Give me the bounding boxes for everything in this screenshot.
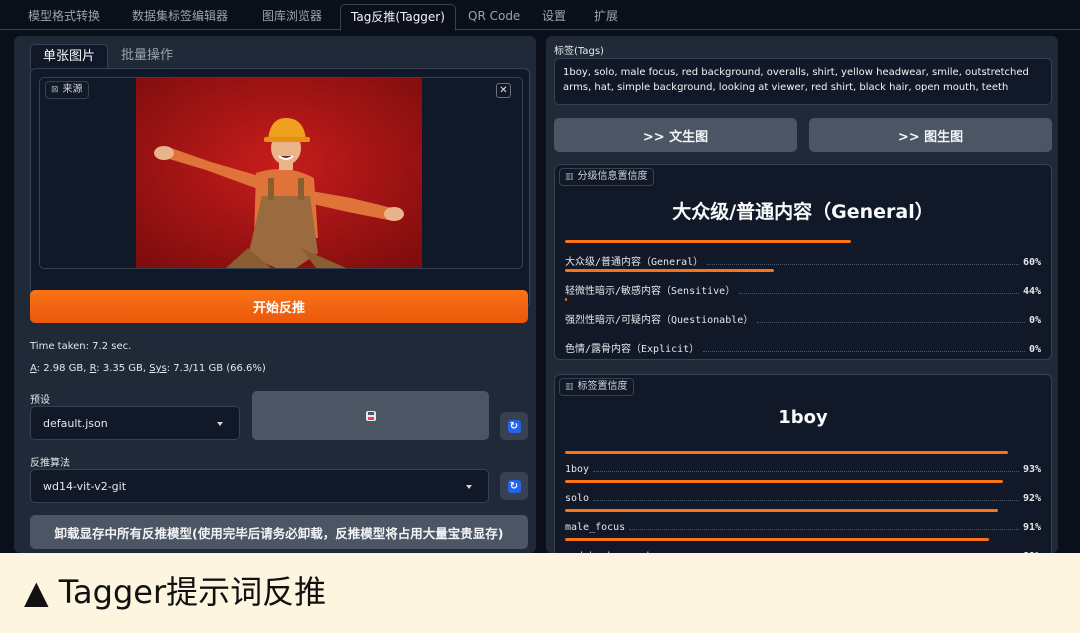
close-icon[interactable]: ✕ [496, 83, 511, 98]
save-preset-button[interactable] [252, 391, 489, 440]
tag-confidence-row: male_focus 91% [565, 509, 1041, 539]
rating-row: 强烈性暗示/可疑内容（Questionable） 0% [565, 298, 1041, 328]
interrogate-button[interactable]: 开始反推 [30, 290, 528, 323]
rating-bar [565, 240, 851, 243]
source-label: ⊠ 来源 [45, 81, 89, 99]
tag-confidence-bar [565, 480, 1003, 483]
tag-confidence-percent: 91% [1022, 522, 1041, 533]
tab-extensions[interactable]: 扩展 [584, 4, 628, 30]
unload-models-button[interactable]: 卸载显存中所有反推模型(使用完毕后请务必卸载，反推模型将占用大量宝贵显存) [30, 515, 528, 549]
tag-confidence-bar [565, 509, 999, 512]
tags-output[interactable]: 1boy, solo, male focus, red background, … [554, 58, 1052, 105]
tag-confidence-name: male_focus [565, 522, 626, 533]
uploaded-image [136, 78, 422, 268]
dotted-leader [703, 344, 1025, 352]
tag-confidence-row: solo 92% [565, 480, 1041, 510]
image-icon: ⊠ [51, 85, 59, 95]
webui-window: 模型格式转换 数据集标签编辑器 图库浏览器 Tag反推(Tagger) QR C… [0, 0, 1080, 553]
rating-bar [565, 269, 775, 272]
tag-conf-top-label: 1boy [778, 407, 828, 428]
tag-confidence-line: solo 92% [565, 493, 1041, 504]
tab-qr-code[interactable]: QR Code [458, 4, 530, 30]
tag-confidence-percent: 92% [1022, 493, 1041, 504]
dotted-leader [707, 257, 1019, 265]
rating-line: 色情/露骨内容（Explicit） 0% [565, 340, 1041, 355]
rating-name: 强烈性暗示/可疑内容（Questionable） [565, 315, 754, 326]
save-icon [365, 410, 376, 421]
tag-confidence-percent: 93% [1022, 464, 1041, 475]
caption-band: ▲ Tagger提示词反推 [0, 553, 1080, 633]
rating-name: 轻微性暗示/敏感内容（Sensitive） [565, 286, 736, 297]
bar-chart-icon: ▥ [565, 172, 574, 182]
rating-percent: 60% [1022, 257, 1041, 268]
tag-confidence-name: solo [565, 493, 590, 504]
rating-line: 轻微性暗示/敏感内容（Sensitive） 44% [565, 282, 1041, 297]
tab-tagger[interactable]: Tag反推(Tagger) [340, 4, 456, 31]
algo-value: wd14-vit-v2-git [43, 479, 127, 493]
tab-image-browser[interactable]: 图库浏览器 [252, 4, 332, 30]
tab-dataset-tag-editor[interactable]: 数据集标签编辑器 [122, 4, 238, 30]
dotted-leader [757, 315, 1025, 323]
worker-photo [136, 78, 422, 268]
send-to-txt2img-button[interactable]: >> 文生图 [554, 118, 797, 152]
rating-top-label: 大众级/普通内容（General） [672, 201, 934, 223]
preset-label: 预设 [30, 395, 50, 406]
bar-chart-icon: ▥ [565, 382, 574, 392]
caption-text: ▲ Tagger提示词反推 [24, 573, 327, 611]
tag-confidence-bar [565, 538, 989, 541]
dotted-leader [593, 493, 1019, 501]
preset-value: default.json [43, 416, 108, 430]
tag-confidence-line: 1boy 93% [565, 464, 1041, 475]
rating-bar [565, 298, 567, 301]
tab-model-convert[interactable]: 模型格式转换 [18, 4, 110, 30]
top-tabbar: 模型格式转换 数据集标签编辑器 图库浏览器 Tag反推(Tagger) QR C… [0, 0, 1080, 31]
refresh-preset-button[interactable]: ↻ [500, 412, 528, 440]
dotted-leader [739, 286, 1019, 294]
memory-usage: A: 2.98 GB, R: 3.35 GB, Sys: 7.3/11 GB (… [30, 363, 266, 374]
refresh-icon: ↻ [507, 479, 521, 493]
rating-row: 色情/露骨内容（Explicit） 0% [565, 327, 1041, 357]
refresh-icon: ↻ [507, 419, 521, 433]
time-taken: Time taken: 7.2 sec. [30, 341, 132, 352]
tag-conf-label: ▥ 标签置信度 [559, 378, 634, 396]
rating-row: 大众级/普通内容（General） 60% [565, 240, 1041, 270]
dotted-leader [593, 464, 1019, 472]
rating-row: 轻微性暗示/敏感内容（Sensitive） 44% [565, 269, 1041, 299]
rating-percent: 44% [1022, 286, 1041, 297]
subtab-batch[interactable]: 批量操作 [109, 44, 185, 68]
chevron-down-icon [217, 422, 223, 426]
tag-confidence-line: male_focus 91% [565, 522, 1041, 533]
rating-name: 大众级/普通内容（General） [565, 257, 704, 268]
send-to-img2img-button[interactable]: >> 图生图 [809, 118, 1052, 152]
rating-line: 强烈性暗示/可疑内容（Questionable） 0% [565, 311, 1041, 326]
algo-label: 反推算法 [30, 458, 70, 469]
tag-confidence-bar [565, 451, 1008, 454]
rating-name: 色情/露骨内容（Explicit） [565, 344, 700, 355]
tag-confidence-box: ▥标签置信度 1boy 1boy 93% solo 92% male_focus 91% r… [554, 374, 1052, 553]
chevron-down-icon [466, 485, 472, 489]
right-panel: 标签(Tags) 1boy, solo, male focus, red bac… [546, 36, 1058, 553]
subtab-single-image[interactable]: 单张图片 [30, 44, 109, 69]
tag-confidence-name: 1boy [565, 464, 590, 475]
tags-label: 标签(Tags) [554, 46, 604, 57]
rating-percent: 0% [1028, 315, 1041, 326]
tab-settings[interactable]: 设置 [532, 4, 576, 30]
refresh-algo-button[interactable]: ↻ [500, 472, 528, 500]
preset-select[interactable]: default.json [30, 406, 240, 440]
rating-label: ▥ 分级信息置信度 [559, 168, 654, 186]
tag-confidence-row: red_background89% [565, 538, 1041, 553]
dotted-leader [629, 522, 1019, 530]
algo-select[interactable]: wd14-vit-v2-git [30, 469, 489, 503]
rating-percent: 0% [1028, 344, 1041, 355]
rating-line: 大众级/普通内容（General） 60% [565, 253, 1041, 268]
rating-confidence-box: ▥ 分级信息置信度 大众级/普通内容（General） 大众级/普通内容（Gene… [554, 164, 1052, 360]
tag-confidence-row: 1boy 93% [565, 451, 1041, 481]
